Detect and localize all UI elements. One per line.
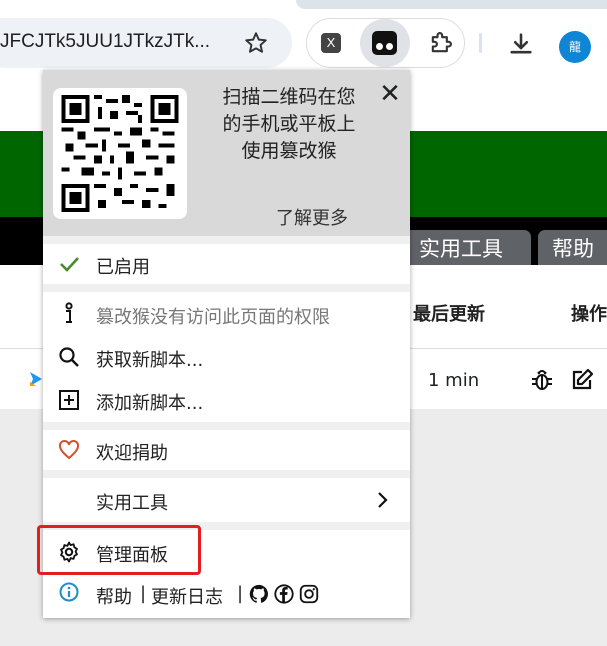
close-icon[interactable]: ✕ (378, 81, 402, 107)
donate-label: 欢迎捐助 (96, 443, 168, 464)
utilities-label: 实用工具 (96, 493, 168, 514)
dashboard-highlight-box (37, 525, 201, 575)
x-extension-icon[interactable]: X (321, 33, 341, 53)
script-last-updated: 1 min (428, 370, 480, 391)
qr-code (53, 88, 187, 219)
github-icon[interactable] (248, 583, 270, 605)
address-bar-url[interactable]: JFCJTk5JUU1JTkzJTk... (0, 31, 222, 53)
footer-links: 帮助 | 更新日志 | (43, 574, 410, 614)
toolbar-divider (479, 33, 482, 53)
column-header-last-updated[interactable]: 最后更新 (413, 300, 485, 326)
avatar[interactable]: 龍 (559, 31, 591, 63)
get-new-scripts-item[interactable]: 获取新脚本... (43, 337, 410, 377)
learn-more-link[interactable]: 了解更多 (276, 204, 348, 230)
column-header-actions: 操作 (571, 304, 607, 325)
chevron-right-icon (378, 492, 388, 508)
enabled-section: 已启用 (43, 244, 410, 284)
script-icon (30, 372, 42, 386)
check-icon (60, 257, 79, 272)
script-actions-section: 篡改猴没有访问此页面的权限 获取新脚本... 添加新脚本... (43, 292, 410, 422)
get-new-scripts-label: 获取新脚本... (96, 350, 204, 371)
edit-icon[interactable] (570, 368, 596, 392)
puzzle-icon[interactable] (427, 29, 455, 57)
instagram-icon[interactable] (298, 583, 320, 605)
utilities-item[interactable]: 实用工具 (43, 480, 410, 520)
utilities-section: 实用工具 (43, 478, 410, 522)
plus-square-icon (59, 390, 79, 410)
help-link[interactable]: 帮助 (96, 583, 132, 609)
tab-strip (296, 0, 607, 9)
search-icon (59, 347, 79, 367)
add-new-script-item[interactable]: 添加新脚本... (43, 380, 410, 420)
footer-separator: | (140, 583, 147, 604)
info-icon (59, 582, 79, 602)
footer-separator: | (237, 583, 244, 604)
donate-section: 欢迎捐助 (43, 430, 410, 470)
info-i-icon (65, 302, 73, 323)
no-permission-label: 篡改猴没有访问此页面的权限 (96, 307, 330, 328)
tampermonkey-icon[interactable] (372, 31, 397, 55)
donate-item[interactable]: 欢迎捐助 (43, 430, 410, 470)
star-icon[interactable] (243, 30, 269, 56)
no-permission-notice: 篡改猴没有访问此页面的权限 (43, 294, 410, 334)
enabled-label: 已启用 (96, 257, 150, 278)
tab-utilities[interactable]: 实用工具 (405, 230, 531, 265)
bug-icon[interactable] (530, 368, 554, 392)
add-new-script-label: 添加新脚本... (96, 393, 204, 414)
qr-promo-section: 扫描二维码在您的手机或平板上使用篡改猴 ✕ 了解更多 (43, 70, 410, 236)
qr-description: 扫描二维码在您的手机或平板上使用篡改猴 (222, 86, 356, 162)
tab-help[interactable]: 帮助 (538, 230, 607, 265)
download-icon[interactable] (507, 30, 535, 58)
heart-icon (59, 439, 79, 460)
facebook-icon[interactable] (273, 583, 295, 605)
enabled-toggle[interactable]: 已启用 (43, 244, 410, 284)
changelog-link[interactable]: 更新日志 (151, 583, 223, 609)
